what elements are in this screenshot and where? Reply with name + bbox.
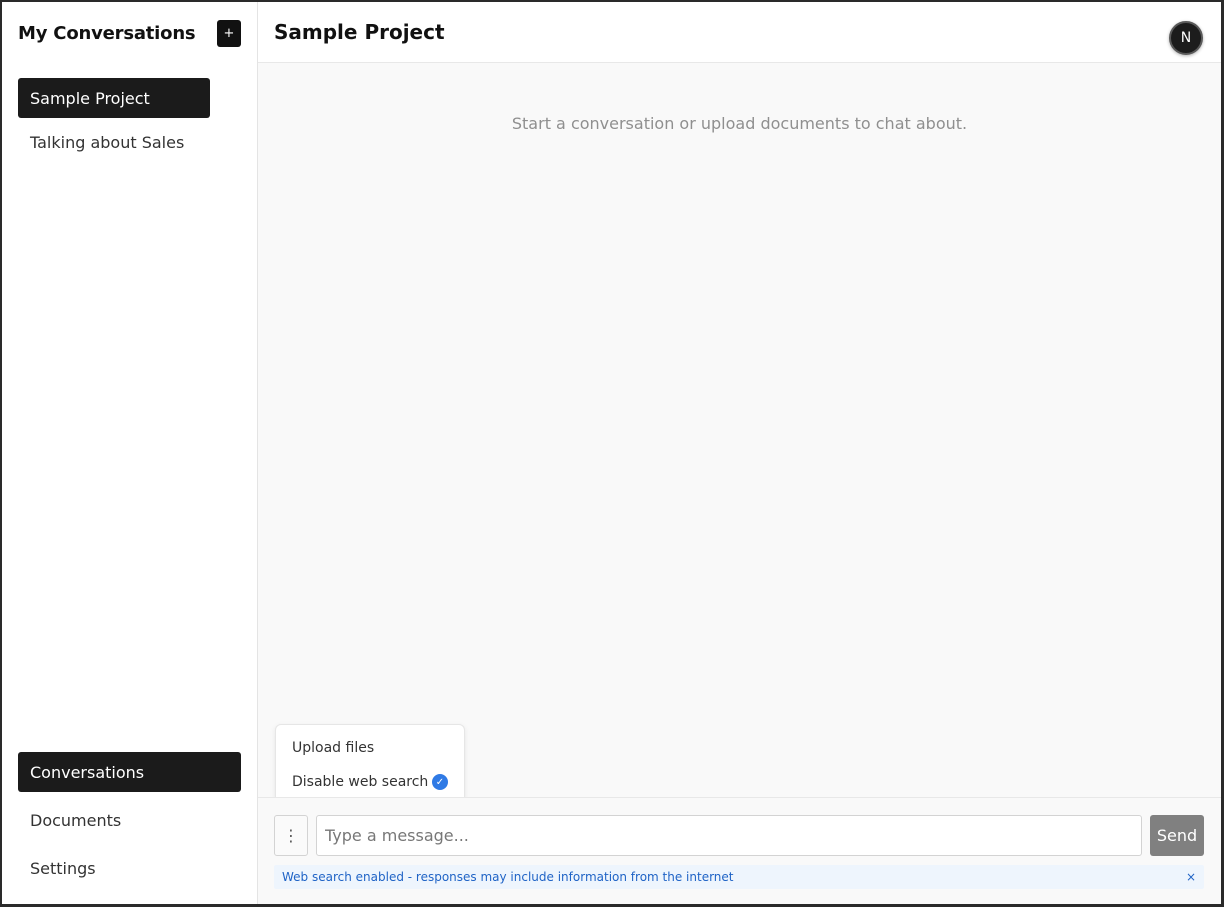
sidebar-nav: Conversations Documents Settings bbox=[18, 752, 241, 896]
main-header: Sample Project N bbox=[258, 2, 1221, 63]
message-input[interactable] bbox=[316, 815, 1142, 856]
menu-item-label: Disable web search bbox=[292, 774, 429, 790]
conversation-list: Sample Project Talking about Sales bbox=[18, 78, 210, 166]
app-window: My Conversations + Sample Project Talkin… bbox=[2, 2, 1221, 904]
send-button[interactable]: Send bbox=[1150, 815, 1204, 856]
main-panel: Sample Project N Start a conversation or… bbox=[258, 2, 1221, 904]
more-options-button[interactable]: ⋮ bbox=[274, 815, 308, 856]
nav-item-documents[interactable]: Documents bbox=[18, 800, 241, 840]
close-icon[interactable]: × bbox=[1186, 870, 1196, 884]
menu-item-disable-web-search[interactable]: Disable web search ✓ bbox=[276, 765, 464, 799]
conversation-item-talking-about-sales[interactable]: Talking about Sales bbox=[18, 122, 210, 162]
message-composer: ⋮ Send Web search enabled - responses ma… bbox=[258, 797, 1221, 904]
sidebar: My Conversations + Sample Project Talkin… bbox=[2, 2, 258, 904]
nav-item-settings[interactable]: Settings bbox=[18, 848, 241, 888]
menu-item-label: Upload files bbox=[292, 740, 375, 756]
conversation-item-sample-project[interactable]: Sample Project bbox=[18, 78, 210, 118]
new-conversation-button[interactable]: + bbox=[217, 19, 241, 47]
menu-item-upload-files[interactable]: Upload files bbox=[276, 731, 464, 765]
page-title: Sample Project bbox=[274, 20, 445, 44]
check-icon: ✓ bbox=[432, 774, 448, 790]
avatar[interactable]: N bbox=[1169, 21, 1203, 55]
web-search-notice: Web search enabled - responses may inclu… bbox=[274, 865, 1204, 889]
sidebar-title: My Conversations bbox=[18, 22, 196, 44]
nav-item-conversations[interactable]: Conversations bbox=[18, 752, 241, 792]
sidebar-header: My Conversations + bbox=[18, 18, 241, 48]
empty-state-message: Start a conversation or upload documents… bbox=[511, 114, 968, 133]
composer-options-menu: Upload files Disable web search ✓ bbox=[275, 724, 465, 804]
notice-text: Web search enabled - responses may inclu… bbox=[282, 870, 734, 884]
